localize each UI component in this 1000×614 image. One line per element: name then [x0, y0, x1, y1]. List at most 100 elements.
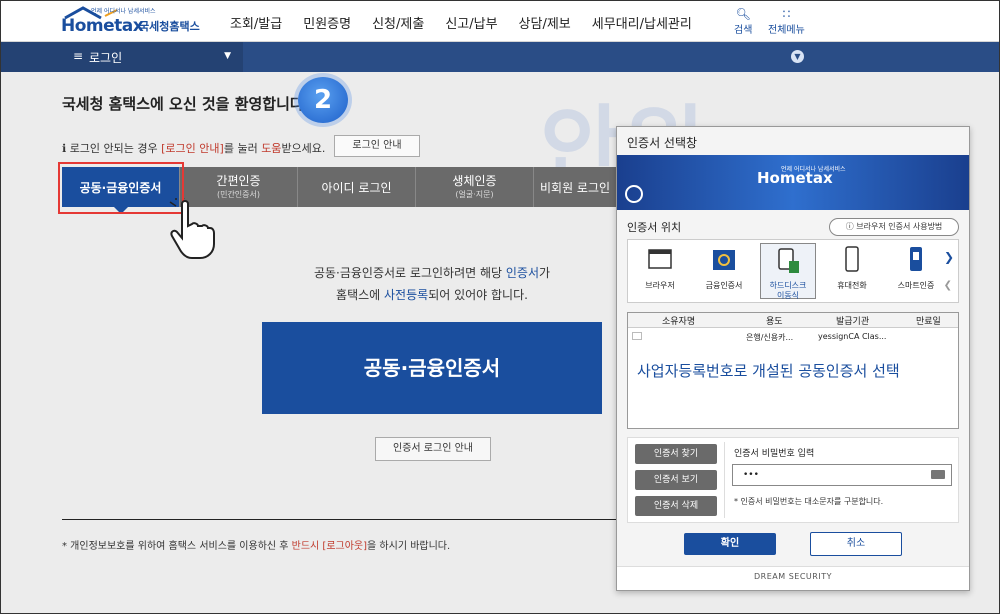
- nav-item-certificate[interactable]: 민원증명: [303, 13, 351, 32]
- password-label: 인증서 비밀번호 입력: [734, 449, 815, 459]
- pointer-hand-icon: [169, 198, 215, 259]
- notice-text-b: 를 눌러: [223, 142, 262, 155]
- search-label: 검색: [734, 25, 753, 36]
- info-icon: ℹ︎: [62, 142, 70, 155]
- search-button[interactable]: 🔍︎ 검색: [734, 7, 752, 36]
- col-usage: 용도: [766, 317, 783, 327]
- harddisk-icon: [778, 248, 799, 273]
- tab-id-login-label: 아이디 로그인: [321, 181, 392, 195]
- nav-item-inquiry[interactable]: 조회/발급: [230, 13, 282, 32]
- logo-text: Hometax: [61, 16, 144, 36]
- logo-tagline: 언제 어디서나 납세서비스: [91, 8, 156, 15]
- password-input[interactable]: •••: [732, 464, 952, 486]
- hamburger-icon: ≡: [73, 49, 84, 63]
- password-value: •••: [743, 470, 759, 480]
- col-issuer: 발급기관: [836, 317, 870, 327]
- caret-down-icon: ▼: [224, 51, 231, 61]
- nav-item-report[interactable]: 신고/납부: [445, 13, 497, 32]
- finance-cert-icon: [713, 250, 735, 270]
- desc-1b: 인증서: [505, 266, 539, 280]
- desc-2b: 사전등록: [384, 288, 429, 302]
- grid-icon: ∷: [782, 7, 791, 21]
- location-finance-cert-label: 금융인증서: [705, 281, 743, 290]
- password-panel: 인증서 찾기 인증서 보기 인증서 삭제 인증서 비밀번호 입력 ••• * 인…: [627, 437, 959, 523]
- chevron-left-icon[interactable]: ❮: [944, 280, 952, 291]
- tab-highlight-box: [58, 162, 184, 214]
- logo-subtitle: 국세청홈택스: [139, 20, 200, 33]
- desc-1c: 가: [538, 266, 551, 280]
- login-menu-label: 로그인: [89, 51, 123, 65]
- location-finance-cert[interactable]: 금융인증서: [696, 246, 752, 291]
- cert-description: 공동·금융인증서로 로그인하려면 해당 인증서가 홈택스에 사전등록되어 있어야…: [262, 262, 602, 306]
- login-menu[interactable]: ≡ 로그인 ▼: [1, 42, 243, 72]
- col-owner: 소유자명: [662, 317, 696, 327]
- nav-item-agent[interactable]: 세무대리/납세관리: [592, 13, 692, 32]
- location-browser-label: 브라우저: [645, 281, 675, 290]
- top-header: 언제 어디서나 납세서비스 Hometax 국세청홈택스 조회/발급 민원증명 …: [1, 1, 999, 42]
- cert-login-guide-button[interactable]: 인증서 로그인 안내: [375, 437, 491, 461]
- chevron-right-icon[interactable]: ❯: [944, 250, 954, 264]
- footnote-c: 을 하시기 바랍니다.: [367, 541, 451, 552]
- cert-select-dialog: 인증서 선택창 언제 어디서나 납세서비스 Hometax 인증서 위치 ⓘ 브…: [616, 126, 970, 591]
- dialog-title: 인증서 선택창: [627, 136, 698, 150]
- location-harddisk[interactable]: 하드디스크 이동식: [760, 243, 816, 300]
- chevron-down-icon[interactable]: ▼: [791, 50, 804, 63]
- desc-1a: 공동·금융인증서로 로그인하려면 해당: [313, 266, 506, 280]
- view-cert-button[interactable]: 인증서 보기: [635, 470, 717, 490]
- notice-link[interactable]: [로그인 안내]: [161, 142, 224, 155]
- location-phone-label: 휴대전화: [837, 281, 867, 290]
- location-phone[interactable]: 휴대전화: [824, 246, 880, 291]
- cancel-button[interactable]: 취소: [810, 532, 902, 556]
- lock-icon: [625, 185, 643, 203]
- search-icon: 🔍︎: [735, 7, 751, 21]
- cert-icon: [632, 332, 642, 340]
- find-cert-button[interactable]: 인증서 찾기: [635, 444, 717, 464]
- tab-id-login[interactable]: 아이디 로그인: [298, 167, 416, 207]
- main-nav: 조회/발급 민원증명 신청/제출 신고/납부 상담/제보 세무대리/납세관리: [230, 13, 713, 32]
- password-hint: * 인증서 비밀번호는 대소문자를 구분합니다.: [734, 497, 884, 506]
- joint-cert-login-button[interactable]: 공동·금융인증서: [262, 322, 602, 414]
- tab-biometric-sub: (얼굴·지문): [455, 190, 494, 199]
- browser-icon: [648, 249, 672, 269]
- phone-icon: [845, 246, 859, 272]
- delete-cert-button[interactable]: 인증서 삭제: [635, 496, 717, 516]
- divider: [62, 519, 622, 520]
- row-issuer: yessignCA Clas...: [818, 332, 887, 341]
- step-badge: 2: [298, 77, 348, 123]
- smart-cert-icon: [910, 247, 922, 271]
- browser-cert-help-button[interactable]: ⓘ 브라우저 인증서 사용방법: [829, 218, 959, 236]
- login-notice: ℹ︎ 로그인 안되는 경우 [로그인 안내]를 눌러 도움받으세요.: [62, 140, 325, 156]
- hometax-logo[interactable]: 언제 어디서나 납세서비스 Hometax 국세청홈택스: [61, 6, 211, 36]
- footnote-b: 반드시 [로그아웃]: [291, 541, 368, 552]
- all-menu-label: 전체메뉴: [768, 25, 805, 36]
- location-harddisk-label: 하드디스크 이동식: [769, 281, 807, 300]
- tab-guest-login[interactable]: 비회원 로그인: [534, 167, 618, 207]
- row-usage: 은행/신용카...: [746, 333, 794, 342]
- notice-help: 도움: [261, 142, 282, 155]
- desc-2a: 홈택스에: [336, 288, 385, 302]
- footnote: * 개인정보보호를 위하여 홈택스 서비스를 이용하신 후 반드시 [로그아웃]…: [62, 537, 450, 552]
- cert-table-header: 소유자명 용도 발급기관 만료일: [628, 313, 958, 328]
- tab-guest-login-label: 비회원 로그인: [540, 181, 611, 195]
- nav-item-consult[interactable]: 상담/제보: [519, 13, 571, 32]
- col-expiry: 만료일: [916, 317, 941, 327]
- location-smart-cert[interactable]: 스마트인증: [888, 246, 944, 291]
- keyboard-icon[interactable]: [931, 470, 945, 479]
- nav-item-apply[interactable]: 신청/제출: [372, 13, 424, 32]
- login-guide-button[interactable]: 로그인 안내: [334, 135, 420, 157]
- panel-divider: [724, 442, 725, 518]
- footnote-a: * 개인정보보호를 위하여 홈택스 서비스를 이용하신 후: [62, 541, 292, 552]
- table-row[interactable]: 은행/신용카... yessignCA Clas...: [628, 329, 958, 345]
- tab-biometric[interactable]: 생체인증 (얼굴·지문): [416, 167, 534, 207]
- help-icon: ⓘ: [845, 222, 857, 231]
- sub-bar: ≡ 로그인 ▼ ▼: [1, 42, 999, 72]
- tab-simple-auth-label: 간편인증: [216, 174, 261, 188]
- tab-biometric-label: 생체인증: [452, 174, 497, 188]
- confirm-button[interactable]: 확인: [684, 533, 776, 555]
- dialog-banner: 언제 어디서나 납세서비스 Hometax: [617, 155, 969, 210]
- all-menu-button[interactable]: ∷ 전체메뉴: [768, 7, 805, 36]
- notice-text-a: 로그인 안되는 경우: [69, 142, 162, 155]
- cert-location-options: 브라우저 금융인증서 하드디스크 이동식 휴대전화 스마트인증 ❯ ❮: [627, 239, 959, 303]
- desc-2c: 되어 있어야 합니다.: [428, 288, 528, 302]
- location-browser[interactable]: 브라우저: [632, 246, 688, 291]
